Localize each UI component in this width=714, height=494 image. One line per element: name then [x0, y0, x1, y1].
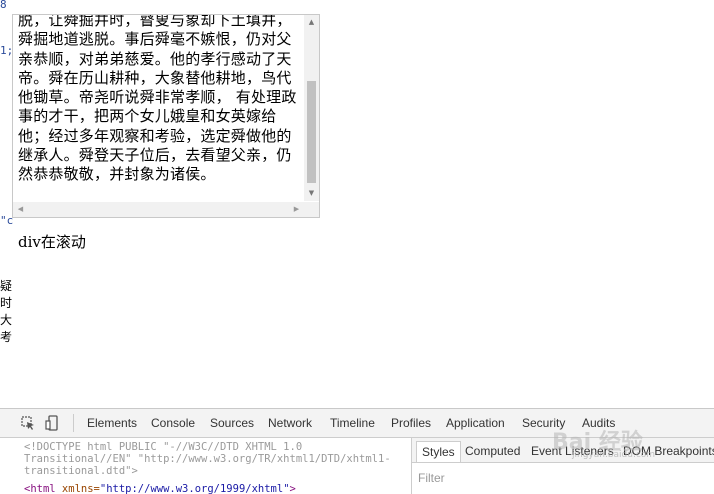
html-tag-open: <html — [24, 483, 56, 494]
baidu-watermark-url: jingyan.baidu.com — [572, 450, 656, 460]
tab-styles[interactable]: Styles — [416, 441, 461, 462]
doctype-line: transitional.dtd"> — [24, 465, 138, 477]
html-attr-value: "http://www.w3.org/1999/xhtml" — [99, 483, 290, 494]
tab-timeline[interactable]: Timeline — [330, 416, 375, 430]
tab-console[interactable]: Console — [151, 416, 195, 430]
html-tag-line[interactable]: <html xmlns="http://www.w3.org/1999/xhtm… — [24, 483, 296, 494]
edge-fragment: 疑 — [0, 279, 13, 293]
tab-profiles[interactable]: Profiles — [391, 416, 431, 430]
elements-tree[interactable]: <!DOCTYPE html PUBLIC "-//W3C//DTD XHTML… — [0, 438, 411, 494]
scrollbar-corner — [304, 202, 319, 217]
edge-fragment: 时 — [0, 296, 13, 310]
doctype-line: <!DOCTYPE html PUBLIC "-//W3C//DTD XHTML… — [24, 441, 303, 453]
inspect-element-icon[interactable] — [20, 415, 36, 431]
horizontal-scrollbar[interactable]: ◀ ▶ — [13, 202, 304, 217]
html-attr-name: xmlns= — [55, 483, 100, 494]
scroll-content-text: 脱，让舜掘井时，瞽叟与象却下土填井，舜掘地道逃脱。事后舜毫不嫉恨，仍对父亲恭顺，… — [18, 14, 297, 184]
tab-computed[interactable]: Computed — [465, 444, 520, 458]
vertical-scrollbar[interactable]: ▲ ▼ — [304, 15, 319, 201]
scroll-status-text: div在滚动 — [18, 233, 86, 251]
edge-fragment: 大 — [0, 313, 13, 327]
tab-elements[interactable]: Elements — [87, 416, 137, 430]
tab-network[interactable]: Network — [268, 416, 312, 430]
scroll-container[interactable]: 脱，让舜掘井时，瞽叟与象却下土填井，舜掘地道逃脱。事后舜毫不嫉恨，仍对父亲恭顺，… — [12, 14, 320, 218]
styles-filter-input[interactable]: Filter — [418, 471, 445, 485]
edge-fragment: 考 — [0, 330, 13, 344]
html-tag-close: > — [289, 483, 296, 494]
doctype-line: Transitional//EN" "http://www.w3.org/TR/… — [24, 453, 391, 465]
scroll-down-arrow-icon[interactable]: ▼ — [304, 186, 319, 201]
tab-application[interactable]: Application — [446, 416, 505, 430]
scroll-left-arrow-icon[interactable]: ◀ — [13, 202, 28, 217]
scroll-right-arrow-icon[interactable]: ▶ — [289, 202, 304, 217]
vertical-scroll-thumb[interactable] — [307, 81, 316, 183]
tab-sources[interactable]: Sources — [210, 416, 254, 430]
edge-fragment: 8 — [0, 0, 7, 11]
toolbar-separator — [73, 414, 74, 432]
scroll-up-arrow-icon[interactable]: ▲ — [304, 15, 319, 30]
device-mode-icon[interactable] — [45, 415, 61, 431]
